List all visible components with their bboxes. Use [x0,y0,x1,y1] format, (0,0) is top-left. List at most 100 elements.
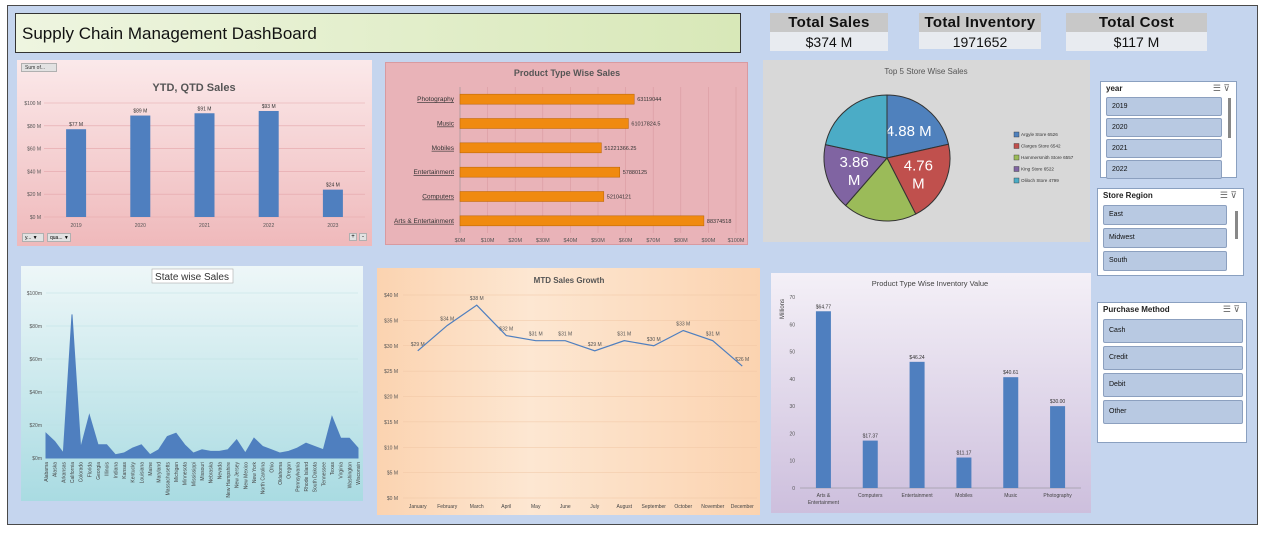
x-tick-label: Arkansas [61,462,67,483]
x-tick-label: Nevada [217,462,223,479]
y-tick-label: $40 M [384,293,398,299]
x-tick-label: $50M [591,238,605,244]
y-tick-label: $40 M [27,169,41,175]
year-slicer-header: year [1106,84,1123,93]
x-tick-label: $60M [619,238,633,244]
legend-swatch [1013,154,1020,161]
data-label: $31 M [529,332,543,338]
x-tick-label: Tennessee [321,462,327,486]
y-tick-label: Music [437,121,455,128]
data-label: $40.61 [1003,370,1019,376]
data-label: $93 M [262,104,276,110]
slice-label: 3.86 [840,154,869,171]
store-region-slicer[interactable]: Store Region ☰ ⊽ East Midwest South [1097,188,1244,276]
product-type-sales-svg: Product Type Wise Sales $0M $10M $20M $30M $4… [394,68,745,244]
slicer-item-2022[interactable]: 2022 [1106,160,1222,179]
slicer-item-other[interactable]: Other [1103,400,1243,424]
quarter-filter-button[interactable]: qua... ▼ [47,233,71,242]
x-tick-label: Photography [1043,493,1072,499]
y-tick-label: $20 M [27,192,41,198]
x-tick-label: $40M [564,238,578,244]
x-tick-label: Texas [330,462,336,476]
legend-label: Clarges Store 6542 [1021,144,1061,149]
top-store-sales-chart[interactable]: Top 5 Store Wise Sales 4.88 M 4.76 M 3.86 M Ar… [763,60,1090,242]
y-tick-label: Mobiles [432,145,455,152]
data-label: $17.37 [863,434,879,440]
x-tick-label: Music [1004,493,1018,499]
legend-swatch [1013,131,1020,138]
clear-filter-icon[interactable]: ☰ ⊽ [1220,190,1237,201]
data-label: $24 M [326,183,340,189]
x-tick-label: New York [252,462,258,484]
data-label: 61017824.5 [631,122,660,128]
bar [130,115,151,217]
clear-filter-icon[interactable]: ☰ ⊽ [1223,304,1240,315]
x-tick-label: September [642,504,667,510]
x-tick-label: $80M [674,238,688,244]
x-tick-label: $20M [508,238,522,244]
inventory-value-chart[interactable]: Product Type Wise Inventory Value Million… [771,273,1091,513]
y-tick-label: 30 [789,404,795,410]
x-tick-label: Florida [87,462,93,478]
purchase-method-slicer[interactable]: Purchase Method ☰ ⊽ Cash Credit Debit Ot… [1097,302,1247,443]
data-label: $29 M [588,342,602,348]
bar [459,93,635,105]
y-tick-label: 50 [789,350,795,356]
bar [815,311,831,488]
top-store-sales-svg: Top 5 Store Wise Sales4.88 M4.76M3.86MAr… [823,67,1074,222]
data-label: $64.77 [816,304,832,310]
slicer-item-credit[interactable]: Credit [1103,346,1243,370]
x-tick-label: Missouri [200,462,206,481]
x-tick-label: Alabama [44,462,50,482]
data-label: $31 M [706,332,720,338]
expand-plus-button[interactable]: + [349,233,357,241]
legend-label: Oliloch Store 4799 [1021,178,1059,183]
x-tick-label: Kentucky [131,462,137,483]
slicer-item-2020[interactable]: 2020 [1106,118,1222,137]
y-tick-label: $20m [29,423,42,429]
chart-title: YTD, QTD Sales [152,82,235,94]
x-tick-label: $100M [728,238,745,244]
x-tick-label: Kansas [122,462,128,479]
slicer-item-south[interactable]: South [1103,251,1227,271]
slicer-item-midwest[interactable]: Midwest [1103,228,1227,248]
region-slicer-scrollbar[interactable] [1235,211,1238,239]
y-tick-label: $40m [29,390,42,396]
chart-title: State wise Sales [155,272,229,283]
bar [459,118,629,129]
y-tick-label: $60 M [27,147,41,153]
slicer-item-cash[interactable]: Cash [1103,319,1243,343]
x-tick-label: Mobiles [955,493,973,499]
collapse-minus-button[interactable]: - [359,233,367,241]
data-label: $46.24 [909,355,925,361]
inventory-value-svg: Product Type Wise Inventory Value Million… [780,279,1081,506]
state-wise-sales-svg: State wise Sales $0m $20m $40m $60m $80m $100m… [27,268,362,498]
ytd-qtd-sales-chart[interactable]: Sum of... YTD, QTD Sales $0 M $20 M $40 M $6… [17,60,372,246]
x-tick-label: Georgia [96,462,102,480]
year-slicer-scrollbar[interactable] [1228,98,1231,138]
year-slicer[interactable]: year ☰ ⊽ 2019 2020 2021 2022 [1100,81,1237,179]
slicer-item-2021[interactable]: 2021 [1106,139,1222,158]
clear-filter-icon[interactable]: ☰ ⊽ [1213,83,1230,94]
mtd-sales-growth-chart[interactable]: MTD Sales Growth $0 M $5 M $10 M $15 M $20 M $… [377,268,760,515]
x-tick-label: California [70,462,76,483]
slicer-item-east[interactable]: East [1103,205,1227,225]
chart-title: Top 5 Store Wise Sales [884,67,967,76]
slicer-item-2019[interactable]: 2019 [1106,97,1222,116]
product-type-sales-chart[interactable]: Product Type Wise Sales $0M $10M $20M $30M $4… [385,62,748,245]
y-tick-label: Entertainment [414,169,455,176]
chart-title: Product Type Wise Sales [514,68,620,78]
slicer-item-debit[interactable]: Debit [1103,373,1243,397]
data-label: 57880125 [623,170,647,176]
x-tick-label: March [470,504,484,510]
dashboard-title: Supply Chain Management DashBoard [22,24,317,43]
x-tick-label: December [731,504,754,510]
y-tick-label: $0 M [387,496,398,502]
kpi-total-cost: Total Cost $117 M [1066,13,1207,51]
state-wise-sales-chart[interactable]: State wise Sales $0m $20m $40m $60m $80m $100m… [21,266,363,501]
x-tick-label: 2023 [327,223,338,229]
bar [459,142,602,154]
y-tick-label: $0 M [30,215,41,221]
year-filter-button[interactable]: y... ▼ [22,233,44,242]
kpi-total-inventory-value: 1971652 [952,34,1008,50]
